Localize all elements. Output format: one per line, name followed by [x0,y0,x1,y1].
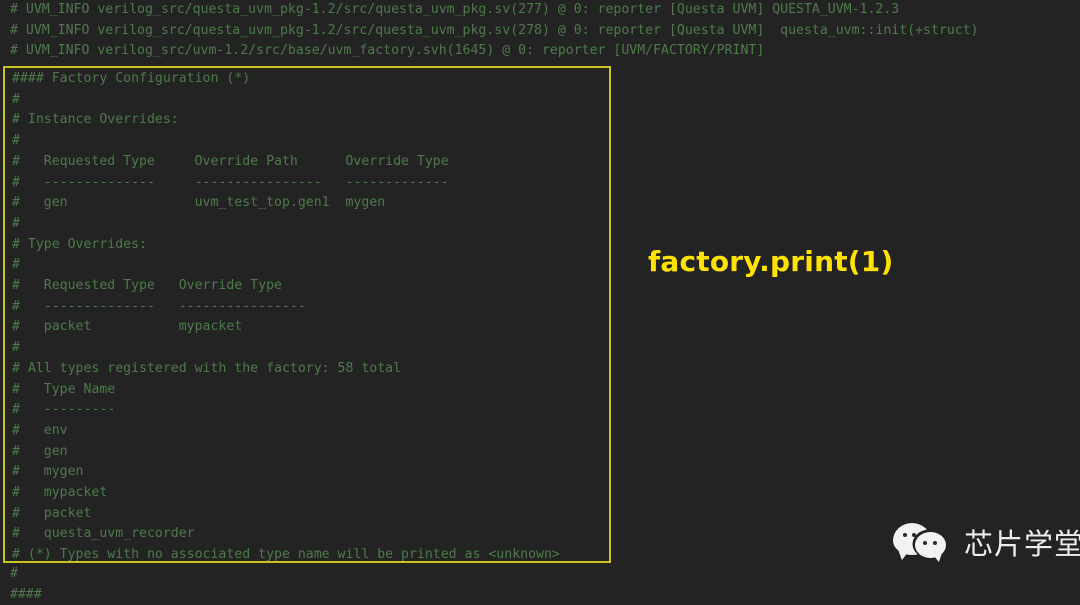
log-line: # UVM_INFO verilog_src/questa_uvm_pkg-1.… [10,2,900,17]
factory-line-typename-mygen: # mygen [12,464,84,480]
factory-line-blank: # [12,257,20,273]
terminal-log-top: # UVM_INFO verilog_src/questa_uvm_pkg-1.… [10,0,1080,62]
factory-line-typename-rule: # --------- [12,402,116,418]
factory-line-type-overrides-heading: # Type Overrides: [12,236,147,252]
factory-line-blank: # [12,91,20,107]
log-line: #### [10,586,42,602]
factory-line-typename-gen: # gen [12,443,68,459]
log-line: # UVM_INFO verilog_src/questa_uvm_pkg-1.… [10,22,979,38]
factory-line-type-rule: # -------------- ---------------- [12,298,306,314]
factory-line-title: #### Factory Configuration (*) [12,71,251,86]
terminal-log-bottom: # #### [10,564,1080,605]
factory-line-blank: # [12,133,20,149]
factory-print-highlight-box: #### Factory Configuration (*) # # Insta… [3,66,611,563]
factory-line-instance-rule: # -------------- ---------------- ------… [12,174,449,190]
watermark: 芯片学堂 [893,521,1080,563]
factory-line-type-row: # packet mypacket [12,319,243,335]
factory-line-footnote: # (*) Types with no associated type name… [12,547,560,563]
factory-line-type-columns: # Requested Type Override Type [12,278,282,294]
factory-print-output: #### Factory Configuration (*) # # Insta… [12,69,609,563]
factory-line-blank: # [12,215,20,231]
terminal-window: # UVM_INFO verilog_src/questa_uvm_pkg-1.… [0,0,1080,602]
factory-line-typename-mypacket: # mypacket [12,485,108,501]
wechat-icon [893,521,955,563]
factory-line-blank: # [12,340,20,356]
factory-line-registered-total: # All types registered with the factory:… [12,360,402,376]
log-line: # [10,566,18,581]
factory-line-instance-overrides-heading: # Instance Overrides: [12,112,179,128]
factory-line-instance-row: # gen uvm_test_top.gen1 mygen [12,195,386,211]
factory-line-typename-packet: # packet [12,505,92,521]
factory-line-instance-columns: # Requested Type Override Path Override … [12,153,449,169]
log-line: # UVM_INFO verilog_src/uvm-1.2/src/base/… [10,43,765,59]
factory-line-typename-header: # Type Name [12,381,116,397]
annotation-factory-print: factory.print(1) [648,245,894,278]
factory-line-typename-env: # env [12,422,68,438]
watermark-label: 芯片学堂 [964,527,1080,561]
factory-line-typename-questa-uvm-recorder: # questa_uvm_recorder [12,526,195,542]
